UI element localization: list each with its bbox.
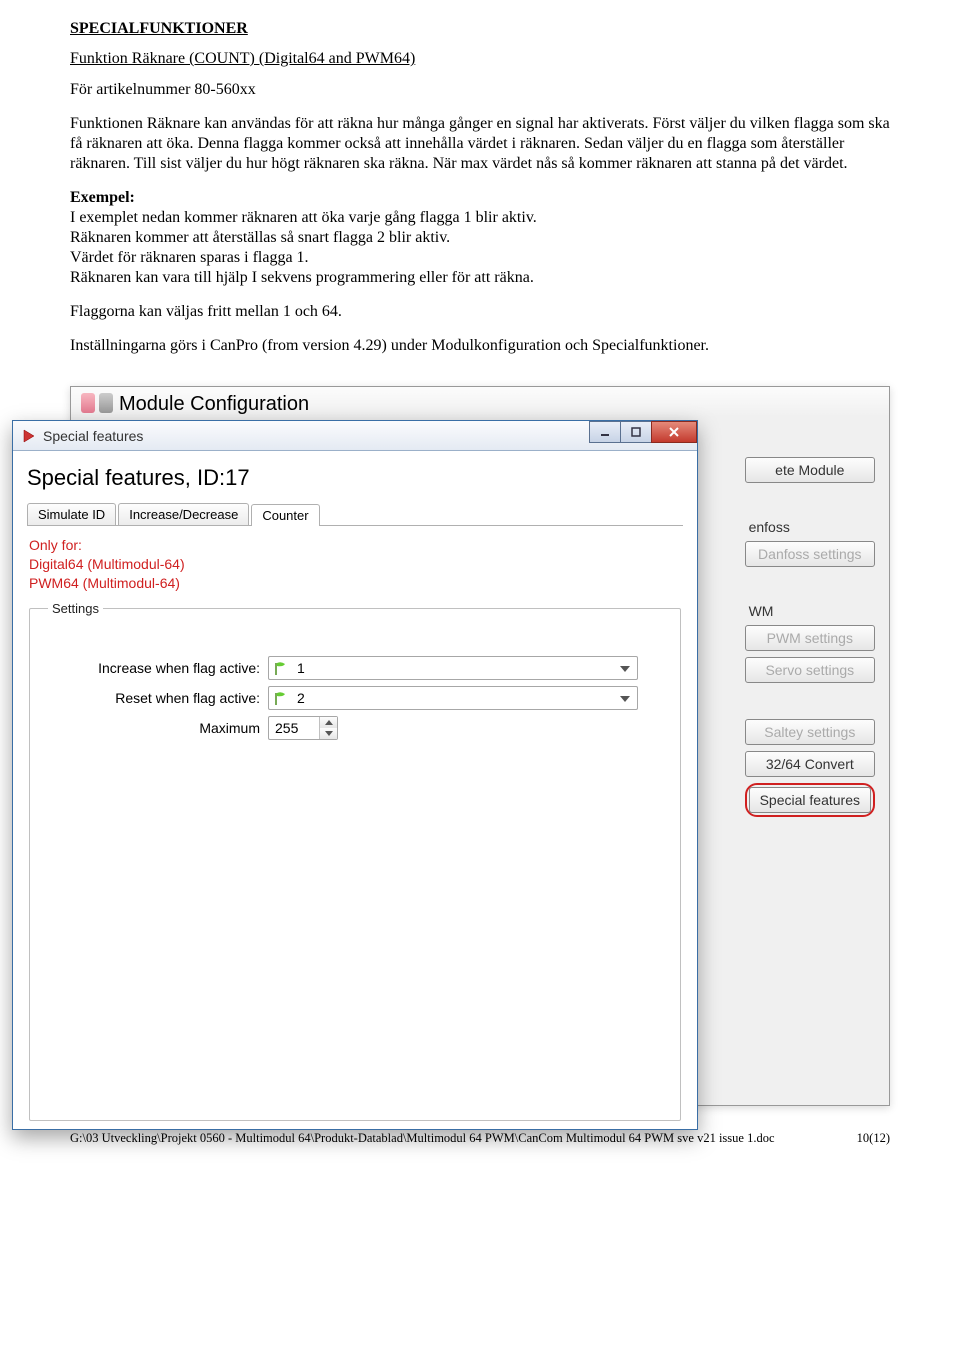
flags-note: Flaggorna kan väljas fritt mellan 1 och … [70,302,890,322]
window-titlebar[interactable]: Special features [13,421,697,451]
reset-flag-value: 2 [297,690,305,706]
dialog-heading: Special features, ID:17 [27,465,683,491]
tabstrip: Simulate ID Increase/Decrease Counter [27,503,683,526]
pwm-settings-button[interactable]: PWM settings [745,625,875,651]
chevron-down-icon [617,661,633,677]
flag-icon [273,662,291,674]
label-maximum: Maximum [48,720,268,736]
label-increase: Increase when flag active: [48,660,268,676]
only-for-line-2: Digital64 (Multimodul-64) [29,555,683,574]
convert-button[interactable]: 32/64 Convert [745,751,875,777]
window-controls [590,421,697,445]
label-reset: Reset when flag active: [48,690,268,706]
page-subheading: Funktion Räknare (COUNT) (Digital64 and … [70,50,890,68]
only-for-line-1: Only for: [29,536,683,555]
module-configuration-title: Module Configuration [71,387,889,418]
special-features-highlight: Special features [745,783,875,817]
example-line-3: Värdet för räknaren sparas i flagga 1. [70,249,309,266]
example-block: Exempel: I exemplet nedan kommer räknare… [70,188,890,288]
flag-icon [273,692,291,704]
window-title: Special features [43,428,143,444]
example-label: Exempel: [70,189,135,206]
page-footer: G:\03 Utveckling\Projekt 0560 - Multimod… [70,1131,890,1146]
tab-simulate-id[interactable]: Simulate ID [27,503,116,525]
pwm-group-label: WM [745,603,875,619]
row-increase: Increase when flag active: 1 [48,656,662,680]
minimize-button[interactable] [589,421,621,443]
delete-module-button[interactable]: ete Module [745,457,875,483]
footer-path: G:\03 Utveckling\Projekt 0560 - Multimod… [70,1131,775,1146]
settings-legend: Settings [48,601,103,616]
tab-counter[interactable]: Counter [251,504,319,526]
screenshot-stack: Module Configuration ete Module enfoss D… [70,386,900,1136]
row-maximum: Maximum 255 [48,716,662,740]
settings-note: Inställningarna görs i CanPro (from vers… [70,336,890,356]
example-line-4: Räknaren kan vara till hjälp I sekvens p… [70,269,534,286]
back-right-panel: ete Module enfoss Danfoss settings WM PW… [745,457,875,817]
row-reset: Reset when flag active: 2 [48,686,662,710]
only-for-line-3: PWM64 (Multimodul-64) [29,574,683,593]
window-body: Special features, ID:17 Simulate ID Incr… [13,451,697,1135]
toolbar-icon-1[interactable] [81,393,95,413]
spin-down-button[interactable] [320,728,337,739]
increase-flag-select[interactable]: 1 [268,656,638,680]
close-button[interactable] [651,421,697,443]
increase-flag-value: 1 [297,660,305,676]
toolbar-icon-2[interactable] [99,393,113,413]
page-heading: SPECIALFUNKTIONER [70,20,890,38]
maximum-stepper[interactable]: 255 [268,716,338,740]
chevron-down-icon [617,691,633,707]
description-paragraph: Funktionen Räknare kan användas för att … [70,114,890,174]
spin-buttons [319,717,337,739]
only-for-note: Only for: Digital64 (Multimodul-64) PWM6… [29,536,683,593]
danfoss-group-label: enfoss [745,519,875,535]
reset-flag-select[interactable]: 2 [268,686,638,710]
app-icon [21,428,37,444]
servo-settings-button[interactable]: Servo settings [745,657,875,683]
spin-up-button[interactable] [320,717,337,728]
special-features-button[interactable]: Special features [749,787,871,813]
example-line-2: Räknaren kommer att återställas så snart… [70,229,450,246]
back-toolbar [81,393,113,413]
article-number: För artikelnummer 80-560xx [70,80,890,100]
saltey-settings-button[interactable]: Saltey settings [745,719,875,745]
footer-page: 10(12) [857,1131,890,1146]
example-line-1: I exemplet nedan kommer räknaren att öka… [70,209,537,226]
special-features-window: Special features Special features, ID:17… [12,420,698,1130]
maximum-value: 255 [275,720,298,736]
maximize-button[interactable] [620,421,652,443]
tab-increase-decrease[interactable]: Increase/Decrease [118,503,249,525]
danfoss-settings-button[interactable]: Danfoss settings [745,541,875,567]
settings-group: Settings Increase when flag active: 1 [29,601,681,1121]
